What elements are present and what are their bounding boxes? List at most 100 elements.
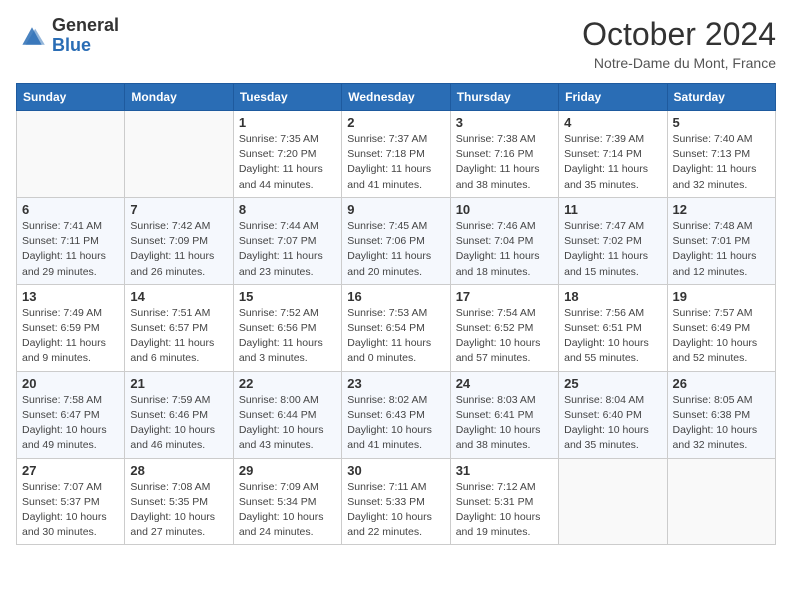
day-info: Sunrise: 7:35 AMSunset: 7:20 PMDaylight:… bbox=[239, 132, 336, 193]
day-number: 12 bbox=[673, 202, 770, 217]
day-info: Sunrise: 8:05 AMSunset: 6:38 PMDaylight:… bbox=[673, 393, 770, 454]
calendar-cell: 10 Sunrise: 7:46 AMSunset: 7:04 PMDayligh… bbox=[450, 197, 558, 284]
calendar-cell bbox=[125, 111, 233, 198]
month-title: October 2024 bbox=[582, 16, 776, 53]
calendar-cell bbox=[559, 458, 667, 545]
day-number: 16 bbox=[347, 289, 444, 304]
day-number: 15 bbox=[239, 289, 336, 304]
day-info: Sunrise: 7:54 AMSunset: 6:52 PMDaylight:… bbox=[456, 306, 553, 367]
day-number: 31 bbox=[456, 463, 553, 478]
day-info: Sunrise: 7:40 AMSunset: 7:13 PMDaylight:… bbox=[673, 132, 770, 193]
day-info: Sunrise: 7:37 AMSunset: 7:18 PMDaylight:… bbox=[347, 132, 444, 193]
calendar-table: SundayMondayTuesdayWednesdayThursdayFrid… bbox=[16, 83, 776, 545]
calendar-cell: 3Sunrise: 7:38 AMSunset: 7:16 PMDaylight… bbox=[450, 111, 558, 198]
day-info: Sunrise: 7:56 AMSunset: 6:51 PMDaylight:… bbox=[564, 306, 661, 367]
calendar-cell bbox=[17, 111, 125, 198]
weekday-header: Friday bbox=[559, 84, 667, 111]
day-number: 20 bbox=[22, 376, 119, 391]
calendar-week-row: 20 Sunrise: 7:58 AMSunset: 6:47 PMDayligh… bbox=[17, 371, 776, 458]
weekday-header: Monday bbox=[125, 84, 233, 111]
day-number: 7 bbox=[130, 202, 227, 217]
day-number: 29 bbox=[239, 463, 336, 478]
page-header: General Blue October 2024 Notre-Dame du … bbox=[16, 16, 776, 71]
day-info: Sunrise: 7:48 AMSunset: 7:01 PMDaylight:… bbox=[673, 219, 770, 280]
day-number: 13 bbox=[22, 289, 119, 304]
day-number: 17 bbox=[456, 289, 553, 304]
calendar-week-row: 1 Sunrise: 7:35 AMSunset: 7:20 PMDaylight… bbox=[17, 111, 776, 198]
calendar-cell bbox=[667, 458, 775, 545]
day-number: 6 bbox=[22, 202, 119, 217]
calendar-cell: 27Sunrise: 7:07 AMSunset: 5:37 PMDayligh… bbox=[17, 458, 125, 545]
day-number: 10 bbox=[456, 202, 553, 217]
calendar-cell: 20 Sunrise: 7:58 AMSunset: 6:47 PMDayligh… bbox=[17, 371, 125, 458]
calendar-cell: 16Sunrise: 7:53 AMSunset: 6:54 PMDayligh… bbox=[342, 284, 450, 371]
day-number: 3 bbox=[456, 115, 553, 130]
day-info: Sunrise: 7:57 AMSunset: 6:49 PMDaylight:… bbox=[673, 306, 770, 367]
calendar-cell: 9 Sunrise: 7:45 AMSunset: 7:06 PMDaylight… bbox=[342, 197, 450, 284]
day-info: Sunrise: 7:07 AMSunset: 5:37 PMDaylight:… bbox=[22, 480, 119, 541]
calendar-cell: 24 Sunrise: 8:03 AMSunset: 6:41 PMDayligh… bbox=[450, 371, 558, 458]
day-info: Sunrise: 7:58 AMSunset: 6:47 PMDaylight:… bbox=[22, 393, 119, 454]
calendar-cell: 18 Sunrise: 7:56 AMSunset: 6:51 PMDayligh… bbox=[559, 284, 667, 371]
day-info: Sunrise: 7:44 AMSunset: 7:07 PMDaylight:… bbox=[239, 219, 336, 280]
day-info: Sunrise: 8:02 AMSunset: 6:43 PMDaylight:… bbox=[347, 393, 444, 454]
day-number: 4 bbox=[564, 115, 661, 130]
calendar-cell: 1 Sunrise: 7:35 AMSunset: 7:20 PMDaylight… bbox=[233, 111, 341, 198]
day-number: 18 bbox=[564, 289, 661, 304]
calendar-cell: 25Sunrise: 8:04 AMSunset: 6:40 PMDayligh… bbox=[559, 371, 667, 458]
calendar-week-row: 6 Sunrise: 7:41 AMSunset: 7:11 PMDaylight… bbox=[17, 197, 776, 284]
weekday-header: Tuesday bbox=[233, 84, 341, 111]
logo-text: General Blue bbox=[52, 16, 119, 56]
day-info: Sunrise: 8:03 AMSunset: 6:41 PMDaylight:… bbox=[456, 393, 553, 454]
logo-blue: Blue bbox=[52, 36, 119, 56]
calendar-cell: 13 Sunrise: 7:49 AMSunset: 6:59 PMDayligh… bbox=[17, 284, 125, 371]
weekday-header: Sunday bbox=[17, 84, 125, 111]
day-info: Sunrise: 7:41 AMSunset: 7:11 PMDaylight:… bbox=[22, 219, 119, 280]
day-number: 22 bbox=[239, 376, 336, 391]
calendar-cell: 31 Sunrise: 7:12 AMSunset: 5:31 PMDayligh… bbox=[450, 458, 558, 545]
logo: General Blue bbox=[16, 16, 119, 56]
day-number: 25 bbox=[564, 376, 661, 391]
weekday-header-row: SundayMondayTuesdayWednesdayThursdayFrid… bbox=[17, 84, 776, 111]
day-number: 24 bbox=[456, 376, 553, 391]
calendar-cell: 22Sunrise: 8:00 AMSunset: 6:44 PMDayligh… bbox=[233, 371, 341, 458]
calendar-week-row: 27Sunrise: 7:07 AMSunset: 5:37 PMDayligh… bbox=[17, 458, 776, 545]
weekday-header: Saturday bbox=[667, 84, 775, 111]
calendar-cell: 12 Sunrise: 7:48 AMSunset: 7:01 PMDayligh… bbox=[667, 197, 775, 284]
calendar-cell: 28Sunrise: 7:08 AMSunset: 5:35 PMDayligh… bbox=[125, 458, 233, 545]
day-number: 28 bbox=[130, 463, 227, 478]
calendar-cell: 17 Sunrise: 7:54 AMSunset: 6:52 PMDayligh… bbox=[450, 284, 558, 371]
weekday-header: Thursday bbox=[450, 84, 558, 111]
day-info: Sunrise: 7:39 AMSunset: 7:14 PMDaylight:… bbox=[564, 132, 661, 193]
title-block: October 2024 Notre-Dame du Mont, France bbox=[582, 16, 776, 71]
day-info: Sunrise: 7:49 AMSunset: 6:59 PMDaylight:… bbox=[22, 306, 119, 367]
day-number: 8 bbox=[239, 202, 336, 217]
day-info: Sunrise: 7:47 AMSunset: 7:02 PMDaylight:… bbox=[564, 219, 661, 280]
weekday-header: Wednesday bbox=[342, 84, 450, 111]
calendar-week-row: 13 Sunrise: 7:49 AMSunset: 6:59 PMDayligh… bbox=[17, 284, 776, 371]
day-number: 9 bbox=[347, 202, 444, 217]
calendar-cell: 8 Sunrise: 7:44 AMSunset: 7:07 PMDaylight… bbox=[233, 197, 341, 284]
calendar-cell: 30Sunrise: 7:11 AMSunset: 5:33 PMDayligh… bbox=[342, 458, 450, 545]
calendar-cell: 5 Sunrise: 7:40 AMSunset: 7:13 PMDaylight… bbox=[667, 111, 775, 198]
day-info: Sunrise: 7:12 AMSunset: 5:31 PMDaylight:… bbox=[456, 480, 553, 541]
day-number: 21 bbox=[130, 376, 227, 391]
day-info: Sunrise: 7:51 AMSunset: 6:57 PMDaylight:… bbox=[130, 306, 227, 367]
day-number: 19 bbox=[673, 289, 770, 304]
day-number: 5 bbox=[673, 115, 770, 130]
calendar-cell: 19 Sunrise: 7:57 AMSunset: 6:49 PMDayligh… bbox=[667, 284, 775, 371]
calendar-cell: 26Sunrise: 8:05 AMSunset: 6:38 PMDayligh… bbox=[667, 371, 775, 458]
day-info: Sunrise: 7:42 AMSunset: 7:09 PMDaylight:… bbox=[130, 219, 227, 280]
day-info: Sunrise: 7:46 AMSunset: 7:04 PMDaylight:… bbox=[456, 219, 553, 280]
logo-icon bbox=[16, 22, 48, 50]
day-number: 1 bbox=[239, 115, 336, 130]
day-info: Sunrise: 7:52 AMSunset: 6:56 PMDaylight:… bbox=[239, 306, 336, 367]
calendar-cell: 15 Sunrise: 7:52 AMSunset: 6:56 PMDayligh… bbox=[233, 284, 341, 371]
calendar-cell: 6 Sunrise: 7:41 AMSunset: 7:11 PMDaylight… bbox=[17, 197, 125, 284]
day-info: Sunrise: 7:45 AMSunset: 7:06 PMDaylight:… bbox=[347, 219, 444, 280]
calendar-cell: 11Sunrise: 7:47 AMSunset: 7:02 PMDayligh… bbox=[559, 197, 667, 284]
day-number: 23 bbox=[347, 376, 444, 391]
day-info: Sunrise: 7:59 AMSunset: 6:46 PMDaylight:… bbox=[130, 393, 227, 454]
day-number: 14 bbox=[130, 289, 227, 304]
calendar-cell: 23 Sunrise: 8:02 AMSunset: 6:43 PMDayligh… bbox=[342, 371, 450, 458]
